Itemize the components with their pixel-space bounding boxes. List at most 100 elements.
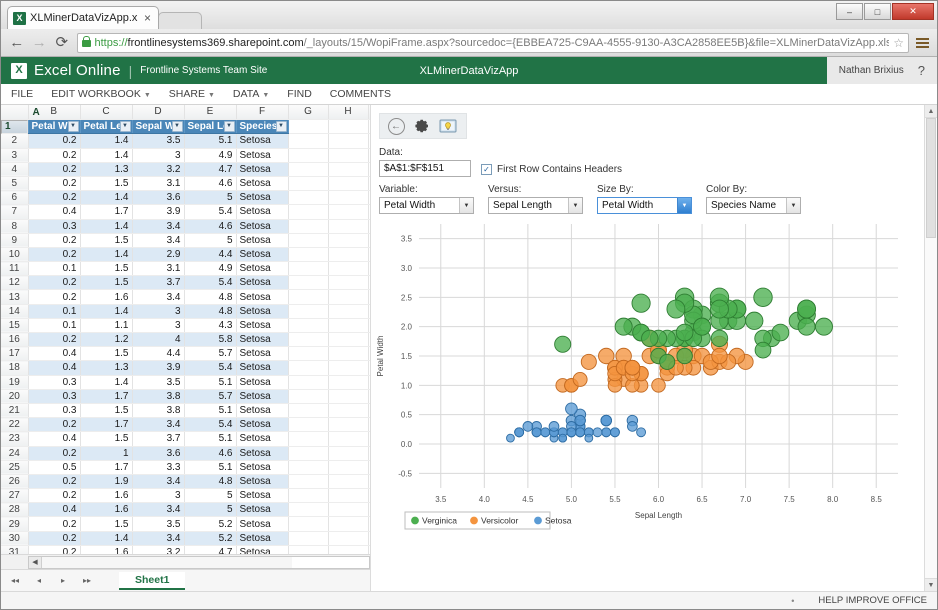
row-header-24[interactable]: 24	[1, 446, 28, 460]
empty-cell[interactable]	[328, 290, 368, 304]
row-header-23[interactable]: 23	[1, 432, 28, 446]
data-point[interactable]	[549, 421, 559, 431]
row-header-1[interactable]: 1	[1, 120, 28, 134]
column-filter-header-5[interactable]: Species N▼	[236, 119, 288, 134]
data-point[interactable]	[575, 415, 586, 426]
menu-item-find[interactable]: FIND	[287, 88, 312, 100]
table-cell[interactable]: 3.2	[132, 545, 184, 554]
help-improve-office-link[interactable]: HELP IMPROVE OFFICE	[818, 595, 927, 606]
table-cell[interactable]: 3.3	[132, 460, 184, 474]
table-cell[interactable]: 3.4	[132, 503, 184, 517]
table-cell[interactable]: 3.4	[132, 474, 184, 488]
data-point[interactable]	[677, 348, 692, 363]
table-cell[interactable]: 0.1	[28, 304, 80, 318]
table-row[interactable]: 810.31.43.44.6Setosa	[1, 219, 370, 233]
data-point[interactable]	[798, 318, 815, 335]
empty-cell[interactable]	[328, 489, 368, 503]
table-cell[interactable]: 0.4	[28, 347, 80, 361]
empty-cell[interactable]	[288, 375, 328, 389]
excel-brand[interactable]: Excel Online	[34, 62, 121, 79]
close-window-button[interactable]: ✕	[892, 3, 934, 20]
empty-cell[interactable]	[288, 389, 328, 403]
data-point[interactable]	[711, 330, 727, 346]
table-cell[interactable]: 5	[184, 503, 236, 517]
table-cell[interactable]: Setosa	[236, 545, 288, 554]
table-cell[interactable]: 5.7	[184, 347, 236, 361]
table-cell[interactable]: 5.4	[184, 361, 236, 375]
row-header-25[interactable]: 25	[1, 460, 28, 474]
table-cell[interactable]: 1.4	[80, 134, 132, 148]
table-cell[interactable]: 0.4	[28, 503, 80, 517]
table-cell[interactable]: 3.4	[132, 531, 184, 545]
table-cell[interactable]: 3	[132, 148, 184, 162]
data-point[interactable]	[581, 354, 596, 369]
table-cell[interactable]: 2.9	[132, 247, 184, 261]
row-header-7[interactable]: 7	[1, 205, 28, 219]
empty-cell[interactable]	[328, 148, 368, 162]
data-range-input[interactable]: $A$1:$F$151	[379, 160, 471, 177]
table-cell[interactable]: 4	[132, 333, 184, 347]
empty-cell[interactable]	[328, 247, 368, 261]
data-point[interactable]	[593, 428, 602, 437]
table-cell[interactable]: 3.6	[132, 446, 184, 460]
table-cell[interactable]: 4.6	[184, 219, 236, 233]
table-cell[interactable]: Setosa	[236, 276, 288, 290]
empty-cell[interactable]	[328, 432, 368, 446]
table-row[interactable]: 2610.21.93.44.8Setosa	[1, 474, 370, 488]
prev-sheet-icon[interactable]: ◂	[33, 576, 45, 585]
table-cell[interactable]: 1.5	[80, 233, 132, 247]
empty-cell[interactable]	[288, 489, 328, 503]
table-row[interactable]: 2210.21.73.45.4Setosa	[1, 418, 370, 432]
table-cell[interactable]: 5.4	[184, 418, 236, 432]
table-cell[interactable]: Setosa	[236, 489, 288, 503]
table-cell[interactable]: 3.4	[132, 418, 184, 432]
table-cell[interactable]: 5.2	[184, 517, 236, 531]
table-cell[interactable]: 0.4	[28, 361, 80, 375]
table-cell[interactable]: 5.4	[184, 205, 236, 219]
table-row[interactable]: 1610.21.245.8Setosa	[1, 333, 370, 347]
empty-cell[interactable]	[288, 403, 328, 417]
data-point[interactable]	[507, 434, 515, 442]
table-cell[interactable]: 4.8	[184, 474, 236, 488]
browser-tab[interactable]: X XLMinerDataVizApp.xlsx ×	[7, 6, 159, 29]
data-point[interactable]	[523, 421, 533, 431]
filter-dropdown-icon[interactable]: ▼	[276, 121, 287, 132]
sheet-tab-sheet1[interactable]: Sheet1	[119, 572, 185, 590]
data-point[interactable]	[566, 403, 578, 415]
table-cell[interactable]: 5.1	[184, 375, 236, 389]
row-header-22[interactable]: 22	[1, 418, 28, 432]
maximize-button[interactable]: □	[864, 3, 891, 20]
row-header-12[interactable]: 12	[1, 276, 28, 290]
data-point[interactable]	[627, 421, 637, 431]
table-cell[interactable]: 1.4	[80, 148, 132, 162]
data-point[interactable]	[815, 318, 832, 335]
data-point[interactable]	[712, 348, 727, 363]
next-sheet-icon[interactable]: ▸	[57, 576, 69, 585]
empty-cell[interactable]	[328, 162, 368, 176]
data-point[interactable]	[601, 415, 612, 426]
row-header-10[interactable]: 10	[1, 247, 28, 261]
table-row[interactable]: 1110.11.53.14.9Setosa	[1, 262, 370, 276]
empty-cell[interactable]	[288, 191, 328, 205]
data-point[interactable]	[642, 330, 658, 346]
table-cell[interactable]: 1.3	[80, 361, 132, 375]
table-cell[interactable]: Setosa	[236, 162, 288, 176]
table-cell[interactable]: 3.7	[132, 276, 184, 290]
row-header-5[interactable]: 5	[1, 176, 28, 190]
empty-cell[interactable]	[328, 418, 368, 432]
size-by-dropdown[interactable]: Petal Width ▼	[597, 197, 692, 214]
table-row[interactable]: 1010.21.42.94.4Setosa	[1, 247, 370, 261]
menu-item-edit-workbook[interactable]: EDIT WORKBOOK▼	[51, 88, 151, 100]
table-row[interactable]: 610.21.43.65Setosa	[1, 191, 370, 205]
table-cell[interactable]: Setosa	[236, 191, 288, 205]
row-header-21[interactable]: 21	[1, 403, 28, 417]
table-cell[interactable]: Setosa	[236, 262, 288, 276]
table-row[interactable]: 2410.213.64.6Setosa	[1, 446, 370, 460]
menu-item-comments[interactable]: COMMENTS	[330, 88, 391, 100]
table-cell[interactable]: 1.5	[80, 176, 132, 190]
empty-cell[interactable]	[288, 148, 328, 162]
empty-cell[interactable]	[328, 403, 368, 417]
table-cell[interactable]: Setosa	[236, 531, 288, 545]
table-row[interactable]: 2110.31.53.85.1Setosa	[1, 403, 370, 417]
table-row[interactable]: 2010.31.73.85.7Setosa	[1, 389, 370, 403]
